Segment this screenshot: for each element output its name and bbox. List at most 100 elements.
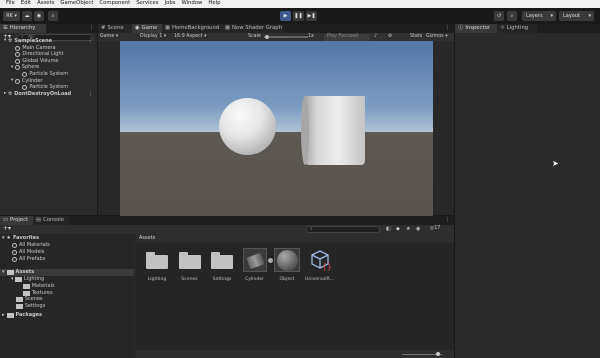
chevron-right-icon[interactable]: [18, 85, 21, 90]
menu-window[interactable]: Window: [181, 1, 202, 7]
stats-button[interactable]: Stats: [410, 34, 422, 40]
chevron-right-icon[interactable]: [11, 52, 14, 57]
hierarchy-item-label: Particle System: [29, 84, 69, 91]
tab-lighting[interactable]: ☼ Lighting: [497, 24, 537, 33]
folder-icon: [178, 251, 201, 269]
favorites-header[interactable]: ▾ ★ Favorites: [2, 235, 39, 242]
more-options-icon[interactable]: ⋮: [89, 26, 94, 31]
asset-folder-item[interactable]: Settings: [11, 303, 45, 310]
asset-tile[interactable]: Cylinder: [240, 248, 273, 286]
breadcrumb-assets[interactable]: Assets: [139, 236, 155, 241]
pause-button[interactable]: ❚❚: [293, 11, 304, 21]
star-icon: ★: [6, 235, 11, 241]
hierarchy-item-label: DontDestroyOnLoad: [14, 90, 72, 97]
project-search-input[interactable]: ⌕: [306, 226, 380, 233]
hierarchy-scene-item[interactable]: ▸ ☢ DontDestroyOnLoad ⋮: [4, 90, 93, 98]
chevron-down-icon[interactable]: [11, 297, 14, 302]
layout-dropdown[interactable]: Layout ▾: [559, 11, 594, 21]
settings-icon[interactable]: ⚙: [388, 34, 392, 40]
layers-dropdown[interactable]: Layers ▾: [522, 11, 556, 21]
tab-shader-graph[interactable]: ▦ New Shader Graph: [222, 24, 284, 33]
menu-file[interactable]: File: [6, 1, 15, 7]
packages-folder-item[interactable]: ▸ Packages: [2, 312, 42, 319]
menu-edit[interactable]: Edit: [21, 1, 31, 7]
more-options-icon[interactable]: ⋮: [445, 26, 450, 31]
asset-tile[interactable]: Object: [272, 248, 302, 286]
tab-homebackground[interactable]: ▦ HomeBackground: [162, 24, 222, 33]
menu-assets[interactable]: Assets: [37, 1, 54, 7]
asset-tile[interactable]: Scenes: [175, 248, 205, 286]
menu-gameobject[interactable]: GameObject: [60, 1, 93, 7]
project-tabbar: ▭ Project ▤ Console ⋮: [0, 216, 454, 225]
scale-label: Scale: [248, 33, 261, 39]
favorite-item[interactable]: All Materials: [12, 242, 50, 249]
chevron-right-icon[interactable]: [18, 72, 21, 77]
chevron-right-icon[interactable]: [11, 46, 14, 51]
search-button[interactable]: ⌕: [48, 11, 58, 21]
history-button[interactable]: ↺: [494, 11, 504, 21]
assets-folder-item[interactable]: ▾ Assets: [0, 269, 134, 276]
cylinder-cap: [301, 96, 309, 165]
gameobject-icon: [22, 72, 28, 77]
chevron-down-icon[interactable]: ▾: [11, 277, 14, 282]
icon-size-slider[interactable]: [402, 352, 442, 356]
tab-hierarchy[interactable]: ☰ Hierarchy: [0, 24, 46, 33]
hierarchy-item-label: Directional Light: [22, 51, 64, 58]
eye-icon[interactable]: ◉: [416, 226, 420, 232]
chevron-down-icon[interactable]: [18, 284, 21, 289]
filter-type-icon[interactable]: ◧: [386, 226, 391, 232]
menu-jobs[interactable]: Jobs: [165, 1, 176, 7]
gameobject-icon: [15, 45, 21, 51]
chevron-right-icon[interactable]: [11, 59, 14, 64]
favorite-item[interactable]: All Models: [12, 249, 44, 256]
more-options-icon[interactable]: ⋮: [88, 91, 93, 97]
star-icon[interactable]: ★: [406, 226, 410, 232]
tab-hierarchy-label: Hierarchy: [9, 24, 36, 31]
aspect-dropdown[interactable]: 16:9 Aspect ▾: [174, 34, 207, 40]
chevron-down-icon[interactable]: [18, 291, 21, 296]
tab-project[interactable]: ▭ Project: [0, 216, 33, 225]
menu-services[interactable]: Services: [136, 1, 158, 7]
play-focused-dropdown[interactable]: Play Focused: [324, 33, 370, 41]
collab-button[interactable]: ◉: [34, 11, 44, 21]
scale-slider[interactable]: [264, 34, 308, 39]
chevron-down-icon[interactable]: ▾: [11, 78, 13, 84]
asset-tile[interactable]: {} UniversalR...: [305, 248, 335, 286]
tab-console[interactable]: ▤ Console: [33, 216, 69, 225]
tab-game[interactable]: ◉ Game: [132, 24, 162, 33]
scale-slider-handle[interactable]: [265, 34, 269, 39]
menu-help[interactable]: Help: [208, 1, 220, 7]
hidden-packages-count[interactable]: ◎17: [430, 225, 441, 232]
create-button[interactable]: +▾: [3, 226, 11, 232]
label-icon[interactable]: ◆: [396, 226, 400, 232]
chevron-right-icon[interactable]: ▸: [4, 92, 6, 97]
tab-scene[interactable]: # Scene: [98, 24, 132, 33]
display-mode-dropdown[interactable]: Game ▾: [100, 34, 118, 40]
chevron-down-icon[interactable]: ▾: [11, 65, 13, 71]
search-global-button[interactable]: ⌕: [507, 11, 517, 21]
more-options-icon[interactable]: ⋮: [88, 39, 93, 44]
tab-homebackground-label: HomeBackground: [172, 24, 220, 31]
cloud-button[interactable]: ☁: [22, 11, 32, 21]
chevron-down-icon[interactable]: [11, 304, 14, 309]
chevron-right-icon: ▸: [2, 312, 5, 318]
history-icon: ↺: [496, 12, 502, 19]
lightbulb-icon: ☼: [500, 24, 505, 31]
asset-tile[interactable]: Settings: [207, 248, 237, 286]
more-options-icon[interactable]: ⋮: [445, 218, 450, 223]
icon-size-slider-handle[interactable]: [436, 352, 440, 356]
account-dropdown[interactable]: RK ▾: [3, 11, 20, 21]
package-count: 17: [434, 225, 441, 231]
step-button[interactable]: ▶❚: [306, 11, 317, 21]
menu-component[interactable]: Component: [99, 1, 130, 7]
favorite-item[interactable]: All Prefabs: [12, 256, 45, 263]
chevron-down-icon[interactable]: ▾: [4, 39, 6, 44]
mute-icon[interactable]: ♪: [374, 34, 377, 40]
game-render-view[interactable]: [120, 41, 433, 216]
play-button[interactable]: ▶: [280, 11, 291, 21]
asset-grid: Lighting Scenes Settings Cylinder Object {} Un…: [136, 248, 454, 288]
gizmos-dropdown[interactable]: Gizmos ▾: [426, 34, 448, 40]
tab-inspector[interactable]: ⓘ Inspector: [455, 24, 497, 33]
asset-tile[interactable]: Lighting: [142, 248, 172, 286]
display-dropdown[interactable]: Display 1 ▾: [140, 34, 166, 40]
